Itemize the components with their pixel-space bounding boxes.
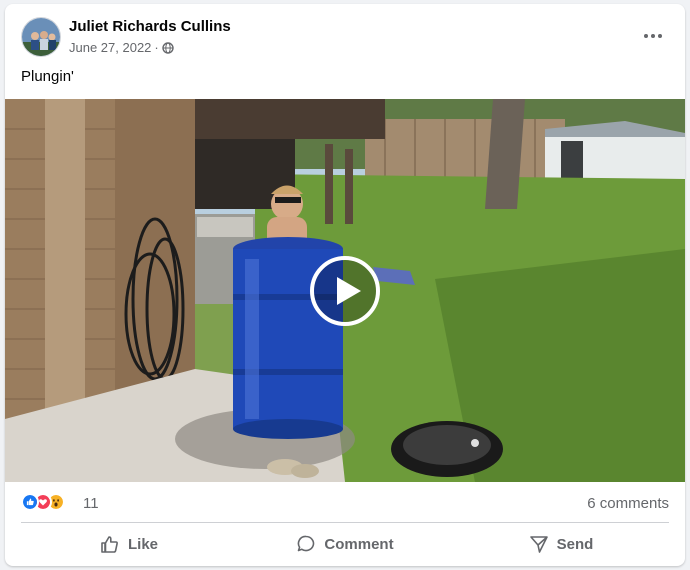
action-bar: Like Comment Send xyxy=(21,526,669,562)
reaction-icons[interactable] xyxy=(21,493,81,511)
like-button[interactable]: Like xyxy=(21,526,237,562)
like-reaction-icon xyxy=(21,493,39,511)
engagement-bar: 11 6 comments xyxy=(5,482,685,522)
more-options-icon[interactable] xyxy=(639,22,667,50)
reaction-count[interactable]: 11 xyxy=(83,495,99,512)
author-name[interactable]: Juliet Richards Cullins xyxy=(69,18,231,35)
thumbs-up-icon xyxy=(101,536,118,553)
post-date[interactable]: June 27, 2022 xyxy=(69,40,151,55)
comment-label: Comment xyxy=(324,535,394,553)
like-label: Like xyxy=(127,535,158,553)
comment-button[interactable]: Comment xyxy=(237,526,453,562)
action-divider xyxy=(21,522,669,523)
globe-icon[interactable] xyxy=(162,41,174,54)
play-icon[interactable] xyxy=(309,255,381,327)
comment-count[interactable]: 6 comments xyxy=(587,495,669,512)
meta-separator: · xyxy=(154,40,159,55)
post-header: Juliet Richards Cullins June 27, 2022 · xyxy=(5,4,685,64)
comment-icon xyxy=(298,535,315,552)
post-meta: June 27, 2022 · xyxy=(69,40,174,55)
video-thumbnail[interactable] xyxy=(5,99,685,482)
send-button[interactable]: Send xyxy=(453,526,669,562)
post-card: Juliet Richards Cullins June 27, 2022 · … xyxy=(5,4,685,566)
avatar[interactable] xyxy=(21,17,61,57)
send-label: Send xyxy=(556,535,594,553)
post-caption: Plungin' xyxy=(21,68,74,85)
send-icon xyxy=(529,536,548,553)
